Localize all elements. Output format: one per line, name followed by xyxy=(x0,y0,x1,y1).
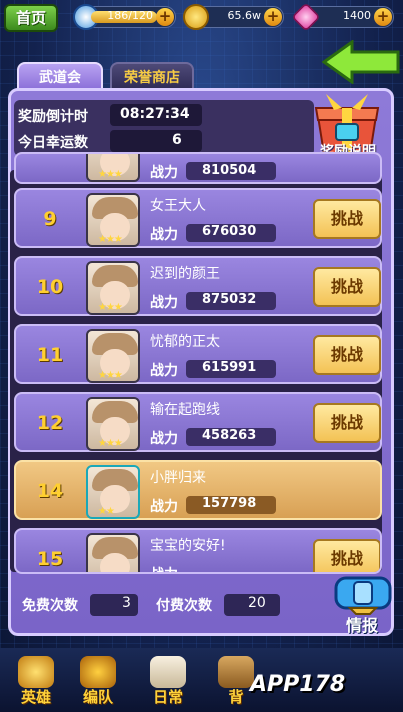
lucky-number-field xyxy=(110,130,202,152)
power-label: 战力 xyxy=(150,165,178,181)
rank-number: 15 xyxy=(36,548,64,570)
info-box: 奖励倒计时 08:27:34 今日幸运数 6 xyxy=(14,100,314,156)
player-name: 迟到的颜王 xyxy=(150,266,220,282)
rank-number: 14 xyxy=(36,480,64,502)
nav-heroes-label: 英雄 xyxy=(20,688,51,706)
power-label: 战力 xyxy=(150,227,178,243)
add-stamina-button[interactable]: + xyxy=(156,8,174,26)
top-bar: 首页 186/120 + 65.6w + 1400 + xyxy=(0,0,403,36)
nav-daily-label: 日常 xyxy=(152,688,183,706)
rank-number: 9 xyxy=(43,208,57,230)
heroes-icon xyxy=(18,656,54,688)
avatar[interactable]: ★★★ xyxy=(86,329,140,383)
power-value: 676030 xyxy=(202,224,257,239)
daily-checklist-icon xyxy=(150,656,186,688)
power-label: 战力 xyxy=(150,431,178,447)
paid-attempts-label: 付费次数 xyxy=(156,598,212,614)
power-value: 458263 xyxy=(202,428,257,443)
avatar: ★★★ xyxy=(86,154,140,182)
countdown-value: 08:27:34 xyxy=(120,106,190,122)
countdown-label: 奖励倒计时 xyxy=(18,109,88,125)
challenge-button[interactable]: 挑战 xyxy=(313,403,381,443)
challenge-button[interactable]: 挑战 xyxy=(313,199,381,239)
star-rating: ★★★ xyxy=(98,302,123,313)
formation-icon xyxy=(80,656,116,688)
rank-number: 10 xyxy=(36,276,64,298)
challenge-button[interactable]: 挑战 xyxy=(313,335,381,375)
power-value: 810504 xyxy=(202,163,257,178)
gem-resource: 1400 + xyxy=(291,2,394,32)
gold-value: 65.6w xyxy=(227,9,262,22)
avatar[interactable]: ★★★ xyxy=(86,397,140,451)
list-item: 12 ★★★ 输在起跑线 战力 458263 挑战 xyxy=(14,392,382,452)
list-item: ★★★ 战力 810504 xyxy=(14,152,382,184)
add-gold-button[interactable]: + xyxy=(264,8,282,26)
star-rating: ★★★ xyxy=(98,169,123,180)
avatar[interactable]: ★★★ xyxy=(86,193,140,247)
tab-martial-arts[interactable]: 武道会 xyxy=(17,62,103,90)
list-item-self: 14 ★★ 小胖归来 战力 157798 xyxy=(14,460,382,520)
avatar[interactable]: ★★ xyxy=(86,465,140,519)
list-item: 10 ★★★ 迟到的颜王 战力 875032 挑战 xyxy=(14,256,382,316)
gem-value: 1400 xyxy=(343,9,371,22)
watermark-logo: APP178 xyxy=(250,672,346,697)
list-item: 11 ★★★ 忧郁的正太 战力 615991 挑战 xyxy=(14,324,382,384)
nav-heroes[interactable]: 英雄 xyxy=(8,656,64,708)
gem-icon xyxy=(291,2,321,32)
intel-label[interactable]: 情报 xyxy=(332,612,392,636)
challenge-button[interactable]: 挑战 xyxy=(313,539,380,572)
player-name: 输在起跑线 xyxy=(150,402,220,418)
list-item: 15 ★★★ 宝宝的安好! 战力 挑战 xyxy=(14,528,382,574)
power-label: 战力 xyxy=(150,564,178,572)
player-name: 女王大人 xyxy=(150,198,206,214)
tab-honor-shop[interactable]: 荣誉商店 xyxy=(110,62,194,90)
star-rating: ★★★ xyxy=(98,370,123,381)
star-rating: ★★★ xyxy=(98,438,123,449)
stamina-resource: 186/120 + xyxy=(73,4,176,30)
free-attempts-label: 免费次数 xyxy=(22,598,78,614)
nav-daily[interactable]: 日常 xyxy=(140,656,196,708)
power-label: 战力 xyxy=(150,499,178,515)
add-gem-button[interactable]: + xyxy=(374,8,392,26)
nav-formation-label: 编队 xyxy=(82,688,113,706)
star-rating: ★★ xyxy=(98,506,115,517)
player-name: 小胖归来 xyxy=(150,470,206,486)
challenge-button[interactable]: 挑战 xyxy=(313,267,381,307)
bag-icon xyxy=(218,656,254,688)
power-value: 157798 xyxy=(202,496,257,511)
stamina-value: 186/120 xyxy=(107,9,153,22)
lucky-number-value: 6 xyxy=(172,132,182,148)
gold-coin-icon xyxy=(183,4,209,30)
paid-attempts-value: 20 xyxy=(248,595,266,611)
avatar[interactable]: ★★★ xyxy=(86,261,140,315)
power-value: 875032 xyxy=(202,292,257,307)
nav-formation[interactable]: 编队 xyxy=(70,656,126,708)
list-item: 9 ★★★ 女王大人 战力 676030 挑战 xyxy=(14,188,382,248)
power-label: 战力 xyxy=(150,295,178,311)
power-value: 615991 xyxy=(202,360,257,375)
power-label: 战力 xyxy=(150,363,178,379)
star-rating: ★★★ xyxy=(98,234,123,245)
avatar[interactable]: ★★★ xyxy=(86,533,140,572)
home-button[interactable]: 首页 xyxy=(4,4,58,32)
free-attempts-value: 3 xyxy=(122,595,131,611)
lucky-number-label: 今日幸运数 xyxy=(18,135,88,151)
rank-number: 12 xyxy=(36,412,64,434)
back-arrow-button[interactable] xyxy=(322,40,400,84)
rank-number: 11 xyxy=(36,344,64,366)
player-name: 忧郁的正太 xyxy=(150,334,220,350)
player-name: 宝宝的安好! xyxy=(150,538,226,554)
gold-resource: 65.6w + xyxy=(183,4,284,30)
attempt-counts: 免费次数 3 付费次数 20 xyxy=(14,590,314,618)
